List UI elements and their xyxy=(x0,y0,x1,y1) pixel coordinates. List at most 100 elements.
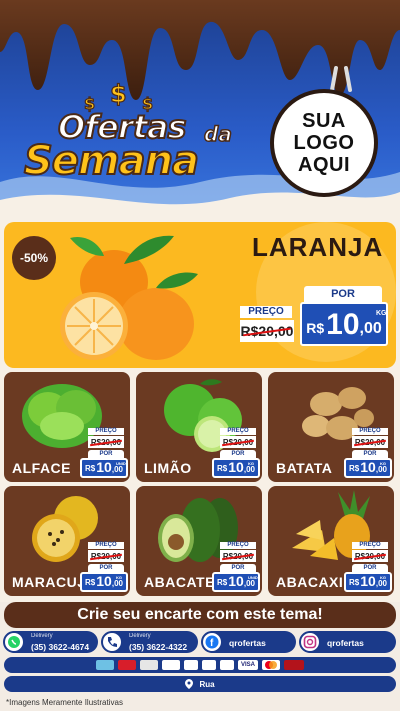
logo-text-line: AQUI xyxy=(298,154,350,176)
product-card-limao[interactable]: LIMÃO PREÇOR$20,00 POR R$10,00KG xyxy=(136,372,262,482)
currency: R$ xyxy=(349,578,360,587)
title-semana: Semana xyxy=(23,137,200,185)
disclaimer-note: *Imagens Meramente Ilustrativas xyxy=(6,698,123,707)
currency: R$ xyxy=(85,578,96,587)
price-decimal: ,00 xyxy=(375,579,387,588)
product-price-tag: PREÇOR$20,00 POR R$10,00KG xyxy=(344,542,392,594)
contact-phone[interactable]: Delivery (35) 3622-4322 xyxy=(101,631,198,653)
por-label: POR xyxy=(220,564,256,572)
product-price-tag: PREÇOR$20,00 POR R$10,00KG xyxy=(344,428,392,480)
price-integer: 10 xyxy=(326,308,360,341)
offers-title: $ $ $ Ofertas da Semana xyxy=(23,79,254,190)
price-integer: 10 xyxy=(96,459,112,475)
cta-banner[interactable]: Crie seu encarte com este tema! xyxy=(4,602,396,628)
price-integer: 10 xyxy=(96,573,112,589)
visa-icon: VISA xyxy=(238,660,258,670)
logo-text-line: LOGO xyxy=(293,132,355,154)
por-label: POR xyxy=(88,450,124,458)
contact-value: qrofertas xyxy=(327,637,364,648)
contact-instagram[interactable]: qrofertas xyxy=(299,631,396,653)
por-label: POR xyxy=(88,564,124,572)
address-text: Rua xyxy=(199,679,215,689)
price-unit: KG xyxy=(376,310,387,317)
logo-placeholder[interactable]: SUA LOGO AQUI xyxy=(270,89,378,197)
payment-methods: VISA xyxy=(4,657,396,673)
product-price-tag: PREÇOR$20,00 POR R$10,00KG xyxy=(80,542,128,594)
por-label: POR xyxy=(304,286,382,302)
contact-whatsapp[interactable]: Delivery (35) 3622-4674 xyxy=(3,631,98,653)
product-name: ABACAXI xyxy=(276,574,344,590)
price-decimal: ,00 xyxy=(243,579,255,588)
currency: R$ xyxy=(85,464,96,473)
whatsapp-icon xyxy=(3,631,25,653)
contact-value: (35) 3622-4674 xyxy=(31,642,90,652)
old-price: R$20,00 xyxy=(352,550,388,562)
contact-value: qrofertas xyxy=(229,637,266,648)
product-card-abacaxi[interactable]: ABACAXI PREÇOR$20,00 POR R$10,00KG xyxy=(268,486,394,596)
old-price: R$20,00 xyxy=(88,550,124,562)
preco-label: PREÇO xyxy=(220,542,256,549)
ticket-icon xyxy=(140,660,158,670)
price-integer: 10 xyxy=(360,459,376,475)
elo-icon xyxy=(184,660,198,670)
logo-text-line: SUA xyxy=(302,110,346,132)
por-label: POR xyxy=(352,564,388,572)
title-da: da xyxy=(203,121,232,147)
header-banner: $ $ $ Ofertas da Semana SUA LOGO AQUI xyxy=(0,0,400,222)
preco-label: PREÇO xyxy=(88,542,124,549)
price-unit: KG xyxy=(248,461,254,466)
product-name: ALFACE xyxy=(12,460,71,476)
price-integer: 10 xyxy=(228,459,244,475)
featured-product-name: LARANJA xyxy=(252,232,384,262)
orange-icon xyxy=(60,235,198,360)
facebook-icon: f xyxy=(201,631,223,653)
price-decimal: ,00 xyxy=(111,579,123,588)
currency: R$ xyxy=(217,464,228,473)
contact-facebook[interactable]: f qrofertas xyxy=(201,631,296,653)
new-price: R$ 10 ,00 xyxy=(300,302,388,346)
contact-label: Delivery xyxy=(31,633,53,639)
instagram-icon xyxy=(299,631,321,653)
featured-offer-card[interactable]: -50% LARANJA PREÇO R$20,00 POR R$ 10 ,00… xyxy=(4,222,396,368)
por-label: POR xyxy=(352,450,388,458)
price-integer: 10 xyxy=(360,573,376,589)
product-card-alface[interactable]: ALFACE PREÇOR$20,00 POR R$10,00UNID xyxy=(4,372,130,482)
old-price: R$20,00 xyxy=(220,436,256,448)
old-price: R$20,00 xyxy=(88,436,124,448)
por-label: POR xyxy=(220,450,256,458)
product-card-batata[interactable]: BATATA PREÇOR$20,00 POR R$10,00KG xyxy=(268,372,394,482)
price-decimal: ,00 xyxy=(243,465,255,474)
price-unit: UNID xyxy=(116,461,126,466)
contact-label: Delivery xyxy=(129,633,151,639)
old-price: R$20,00 xyxy=(240,320,294,342)
price-unit: KG xyxy=(116,575,122,580)
product-price-tag: PREÇOR$20,00 POR R$10,00KG xyxy=(212,428,260,480)
product-card-maracuja[interactable]: MARACUJÁ PREÇOR$20,00PORR$10,00KG xyxy=(4,486,130,596)
card-icon xyxy=(96,660,114,670)
product-price-tag: PREÇOR$20,00 POR R$10,00UNID xyxy=(212,542,260,594)
hipercard-icon xyxy=(284,660,304,670)
location-pin-icon xyxy=(185,679,194,689)
alelo-icon xyxy=(220,660,234,670)
address-bar[interactable]: Rua xyxy=(4,676,396,692)
dollar-icon: $ xyxy=(109,79,127,108)
sodexo-icon xyxy=(162,660,180,670)
product-price-tag: PREÇOR$20,00 POR R$10,00UNID xyxy=(80,428,128,480)
logo-hanger-icon xyxy=(330,66,352,92)
price-unit: UNID xyxy=(248,575,258,580)
old-price: R$20,00 xyxy=(220,550,256,562)
preco-label: PREÇO xyxy=(220,428,256,435)
old-price: R$20,00 xyxy=(352,436,388,448)
price-decimal: ,00 xyxy=(359,320,382,337)
product-name: LIMÃO xyxy=(144,460,192,476)
price-decimal: ,00 xyxy=(375,465,387,474)
product-card-abacate[interactable]: ABACATE PREÇOR$20,00 POR R$10,00UNID xyxy=(136,486,262,596)
contact-value: (35) 3622-4322 xyxy=(129,642,188,652)
mastercard-icon xyxy=(262,660,280,670)
currency: R$ xyxy=(349,464,360,473)
phone-icon xyxy=(101,631,123,653)
price-integer: 10 xyxy=(228,573,244,589)
price-unit: KG xyxy=(380,575,386,580)
preco-label: PREÇO xyxy=(352,542,388,549)
product-name: BATATA xyxy=(276,460,333,476)
